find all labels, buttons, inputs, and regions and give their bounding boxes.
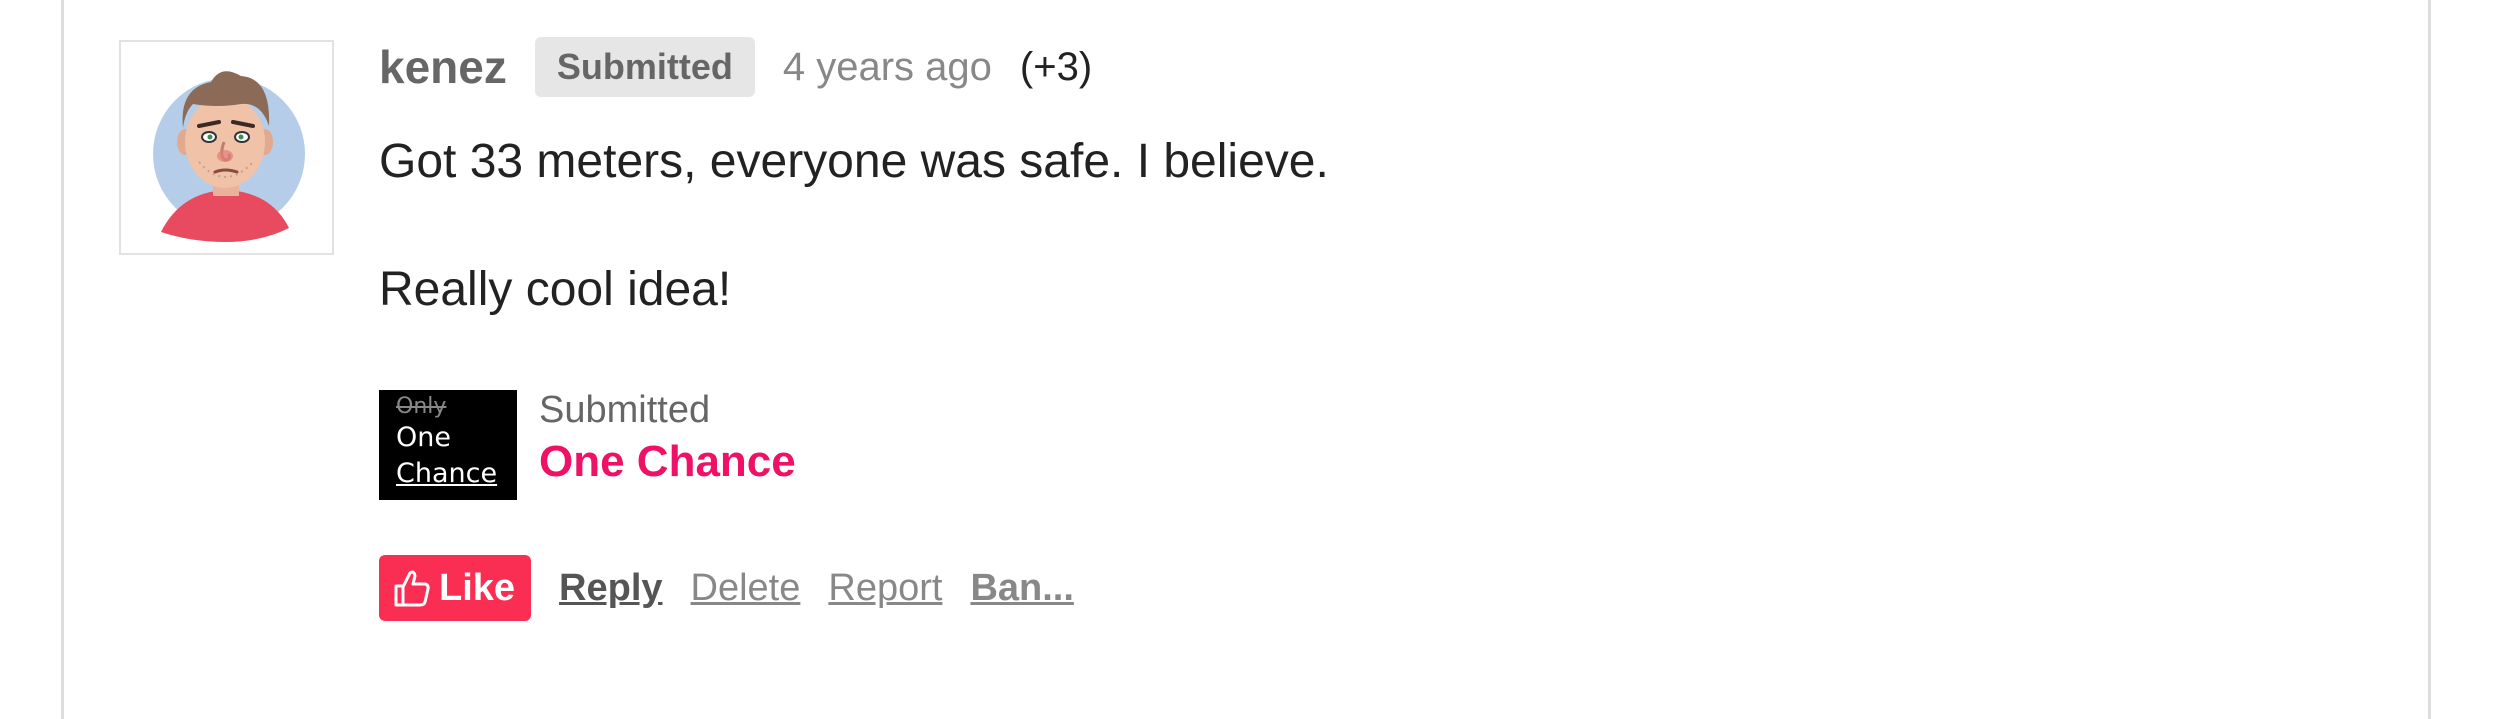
- comment-border-left: [61, 0, 64, 719]
- vote-count: (+3): [1019, 44, 1093, 89]
- comment-body-line: Got 33 meters, everyone was safe. I beli…: [379, 135, 1329, 188]
- thumbnail-text-chance: Chance: [396, 458, 498, 489]
- submission-label: Submitted: [539, 389, 711, 431]
- like-label: Like: [439, 566, 516, 609]
- user-avatar-icon: [153, 71, 305, 242]
- reply-link[interactable]: Reply: [559, 567, 662, 610]
- report-link[interactable]: Report: [828, 567, 942, 610]
- comment-body-line: Really cool idea!: [379, 263, 732, 316]
- game-title-link[interactable]: One Chance: [539, 437, 796, 487]
- avatar[interactable]: [119, 40, 334, 255]
- delete-link[interactable]: Delete: [691, 567, 801, 610]
- like-button[interactable]: Like: [379, 555, 532, 621]
- comment-header: kenez Submitted 4 years ago (+3): [379, 36, 1092, 98]
- status-badge: Submitted: [534, 37, 755, 97]
- thumbnail-text-only: Only: [396, 394, 447, 419]
- author-name-link[interactable]: kenez: [379, 40, 507, 94]
- comment-actions: Like Reply Delete Report Ban...: [379, 555, 1074, 621]
- comment-timestamp[interactable]: 4 years ago: [783, 45, 992, 90]
- comment-border-right: [2428, 0, 2431, 719]
- thumbs-up-icon: [394, 570, 430, 607]
- thumbnail-text-one: One: [396, 422, 451, 453]
- ban-link[interactable]: Ban...: [970, 567, 1073, 610]
- game-thumbnail[interactable]: Only One Chance: [379, 390, 517, 500]
